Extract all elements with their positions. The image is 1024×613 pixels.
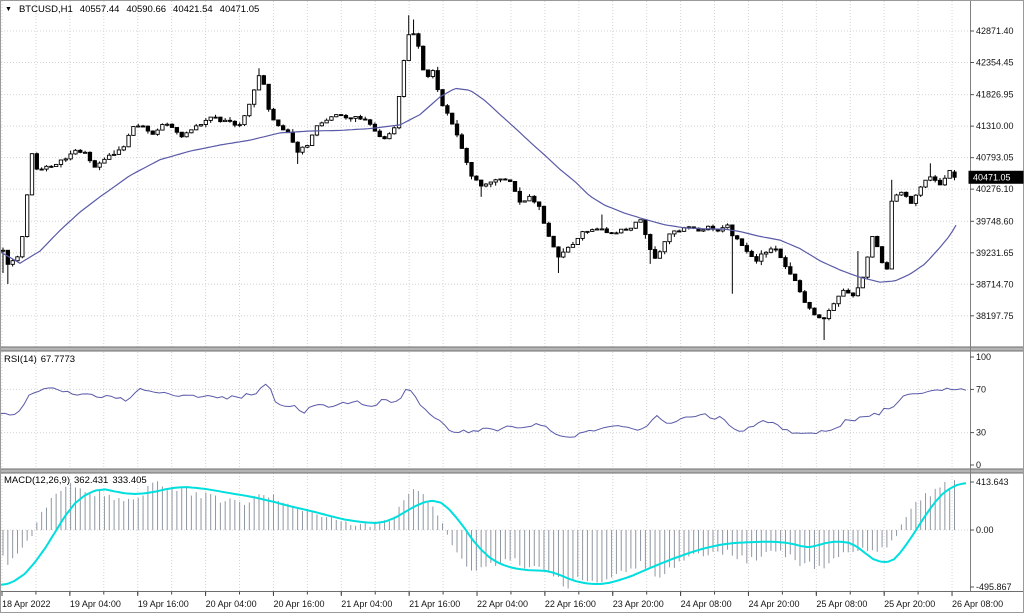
macd-value-1: 362.431 xyxy=(74,475,108,486)
rsi-indicator-label: RSI(14) 67.7773 xyxy=(4,354,82,365)
rsi-label: RSI(14) xyxy=(4,354,37,365)
panel-separator-1[interactable] xyxy=(0,347,1024,351)
macd-indicator-label: MACD(12,26,9) 362.431 333.405 xyxy=(4,475,154,486)
macd-value-2: 333.405 xyxy=(112,475,146,486)
main-chart-plot[interactable] xyxy=(0,0,970,347)
rsi-value: 67.7773 xyxy=(41,354,75,365)
bar-open-value: 40557.44 xyxy=(80,4,120,15)
time-axis[interactable] xyxy=(0,592,1024,613)
chart-window: 42871.4042354.4541826.9541310.0040793.05… xyxy=(0,0,1024,613)
rsi-panel-plot[interactable] xyxy=(0,352,970,469)
bar-close-value: 40471.05 xyxy=(220,4,260,15)
panel-separator-2[interactable] xyxy=(0,469,1024,473)
macd-panel-plot[interactable] xyxy=(0,473,970,591)
symbol-dropdown-icon[interactable]: ▼ xyxy=(5,6,12,13)
price-axis[interactable] xyxy=(970,0,1024,591)
bar-high-value: 40590.66 xyxy=(126,4,166,15)
symbol-ohlc-line: ▼ BTCUSD,H1 40557.44 40590.66 40421.54 4… xyxy=(5,4,266,15)
chart-canvas: 42871.4042354.4541826.9541310.0040793.05… xyxy=(0,0,1024,613)
macd-label: MACD(12,26,9) xyxy=(4,475,70,486)
symbol-name: BTCUSD,H1 xyxy=(19,4,73,15)
bar-low-value: 40421.54 xyxy=(173,4,213,15)
